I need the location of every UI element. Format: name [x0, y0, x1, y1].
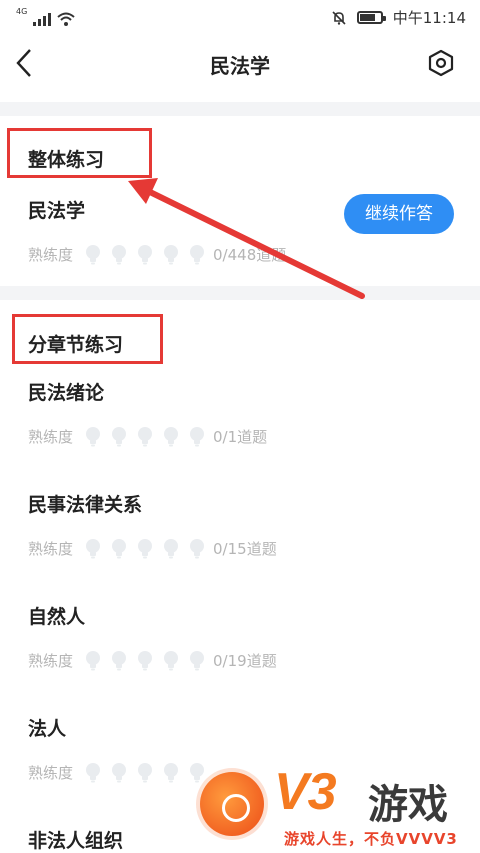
- proficiency-bulbs: [85, 244, 205, 265]
- proficiency-label: 熟练度: [28, 246, 74, 264]
- chapter-item-title[interactable]: 非法人组织: [28, 826, 123, 853]
- lightbulb-icon: [86, 244, 101, 264]
- mute-bell-icon: [332, 10, 346, 25]
- lightbulb-icon: [86, 650, 101, 670]
- status-right: 中午11:14: [331, 7, 466, 28]
- highlight-box-chapters: [12, 314, 163, 364]
- lightbulb-icon: [86, 426, 101, 446]
- signal-icon: [33, 12, 52, 26]
- watermark-logo-icon: [196, 768, 268, 840]
- watermark-logo-text: V3: [274, 763, 337, 821]
- lightbulb-icon: [164, 538, 179, 558]
- overall-progress: 熟练度 0/448道题: [28, 244, 286, 265]
- proficiency-label: 熟练度: [28, 764, 74, 782]
- music-note-icon: [222, 794, 250, 822]
- proficiency-bulbs: [85, 650, 205, 671]
- watermark: V3 游戏 游戏人生，不负VVVV3: [196, 762, 480, 853]
- nav-bar: 民法学: [0, 34, 480, 92]
- lightbulb-icon: [164, 762, 179, 782]
- settings-icon[interactable]: [426, 48, 456, 78]
- lightbulb-icon: [190, 538, 205, 558]
- status-left: 4G: [16, 8, 75, 26]
- chapter-item-title[interactable]: 法人: [28, 714, 66, 741]
- lightbulb-icon: [112, 650, 127, 670]
- question-count: 0/15道题: [213, 540, 277, 558]
- lightbulb-icon: [112, 244, 127, 264]
- battery-icon: [356, 11, 386, 24]
- lightbulb-icon: [164, 244, 179, 264]
- proficiency-label: 熟练度: [28, 652, 74, 670]
- chapter-item-title[interactable]: 民事法律关系: [28, 490, 142, 517]
- clock: 中午11:14: [392, 9, 466, 27]
- continue-button[interactable]: 继续作答: [344, 194, 454, 234]
- chapter-progress: 熟练度 0/15道题: [28, 538, 277, 559]
- section-divider: [0, 286, 480, 300]
- lightbulb-icon: [112, 538, 127, 558]
- proficiency-bulbs: [85, 762, 205, 783]
- question-count: 0/19道题: [213, 652, 277, 670]
- proficiency-bulbs: [85, 426, 205, 447]
- lightbulb-icon: [164, 650, 179, 670]
- section-divider: [0, 102, 480, 116]
- page-title: 民法学: [210, 54, 270, 78]
- lightbulb-icon: [86, 762, 101, 782]
- chapter-progress: 熟练度: [28, 762, 213, 783]
- lightbulb-icon: [190, 650, 205, 670]
- proficiency-bulbs: [85, 538, 205, 559]
- lightbulb-icon: [138, 762, 153, 782]
- lightbulb-icon: [190, 426, 205, 446]
- overall-item-title[interactable]: 民法学: [28, 196, 85, 223]
- lightbulb-icon: [138, 426, 153, 446]
- highlight-box-overall: [7, 128, 152, 178]
- chapter-item-title[interactable]: 民法绪论: [28, 378, 104, 405]
- watermark-slogan: 游戏人生，不负VVVV3: [284, 830, 458, 848]
- lightbulb-icon: [86, 538, 101, 558]
- chapter-progress: 熟练度 0/1道题: [28, 426, 267, 447]
- network-label: 4G: [16, 7, 28, 16]
- lightbulb-icon: [138, 538, 153, 558]
- watermark-brand: 游戏: [368, 782, 448, 828]
- chapter-item-title[interactable]: 自然人: [28, 602, 85, 629]
- proficiency-label: 熟练度: [28, 540, 74, 558]
- proficiency-label: 熟练度: [28, 428, 74, 446]
- lightbulb-icon: [112, 426, 127, 446]
- status-bar: 4G 中午11:14: [0, 0, 480, 34]
- lightbulb-icon: [138, 244, 153, 264]
- wifi-icon: [57, 12, 75, 26]
- question-count: 0/448道题: [213, 246, 287, 264]
- lightbulb-icon: [164, 426, 179, 446]
- lightbulb-icon: [190, 244, 205, 264]
- chapter-progress: 熟练度 0/19道题: [28, 650, 277, 671]
- question-count: 0/1道题: [213, 428, 268, 446]
- lightbulb-icon: [138, 650, 153, 670]
- lightbulb-icon: [112, 762, 127, 782]
